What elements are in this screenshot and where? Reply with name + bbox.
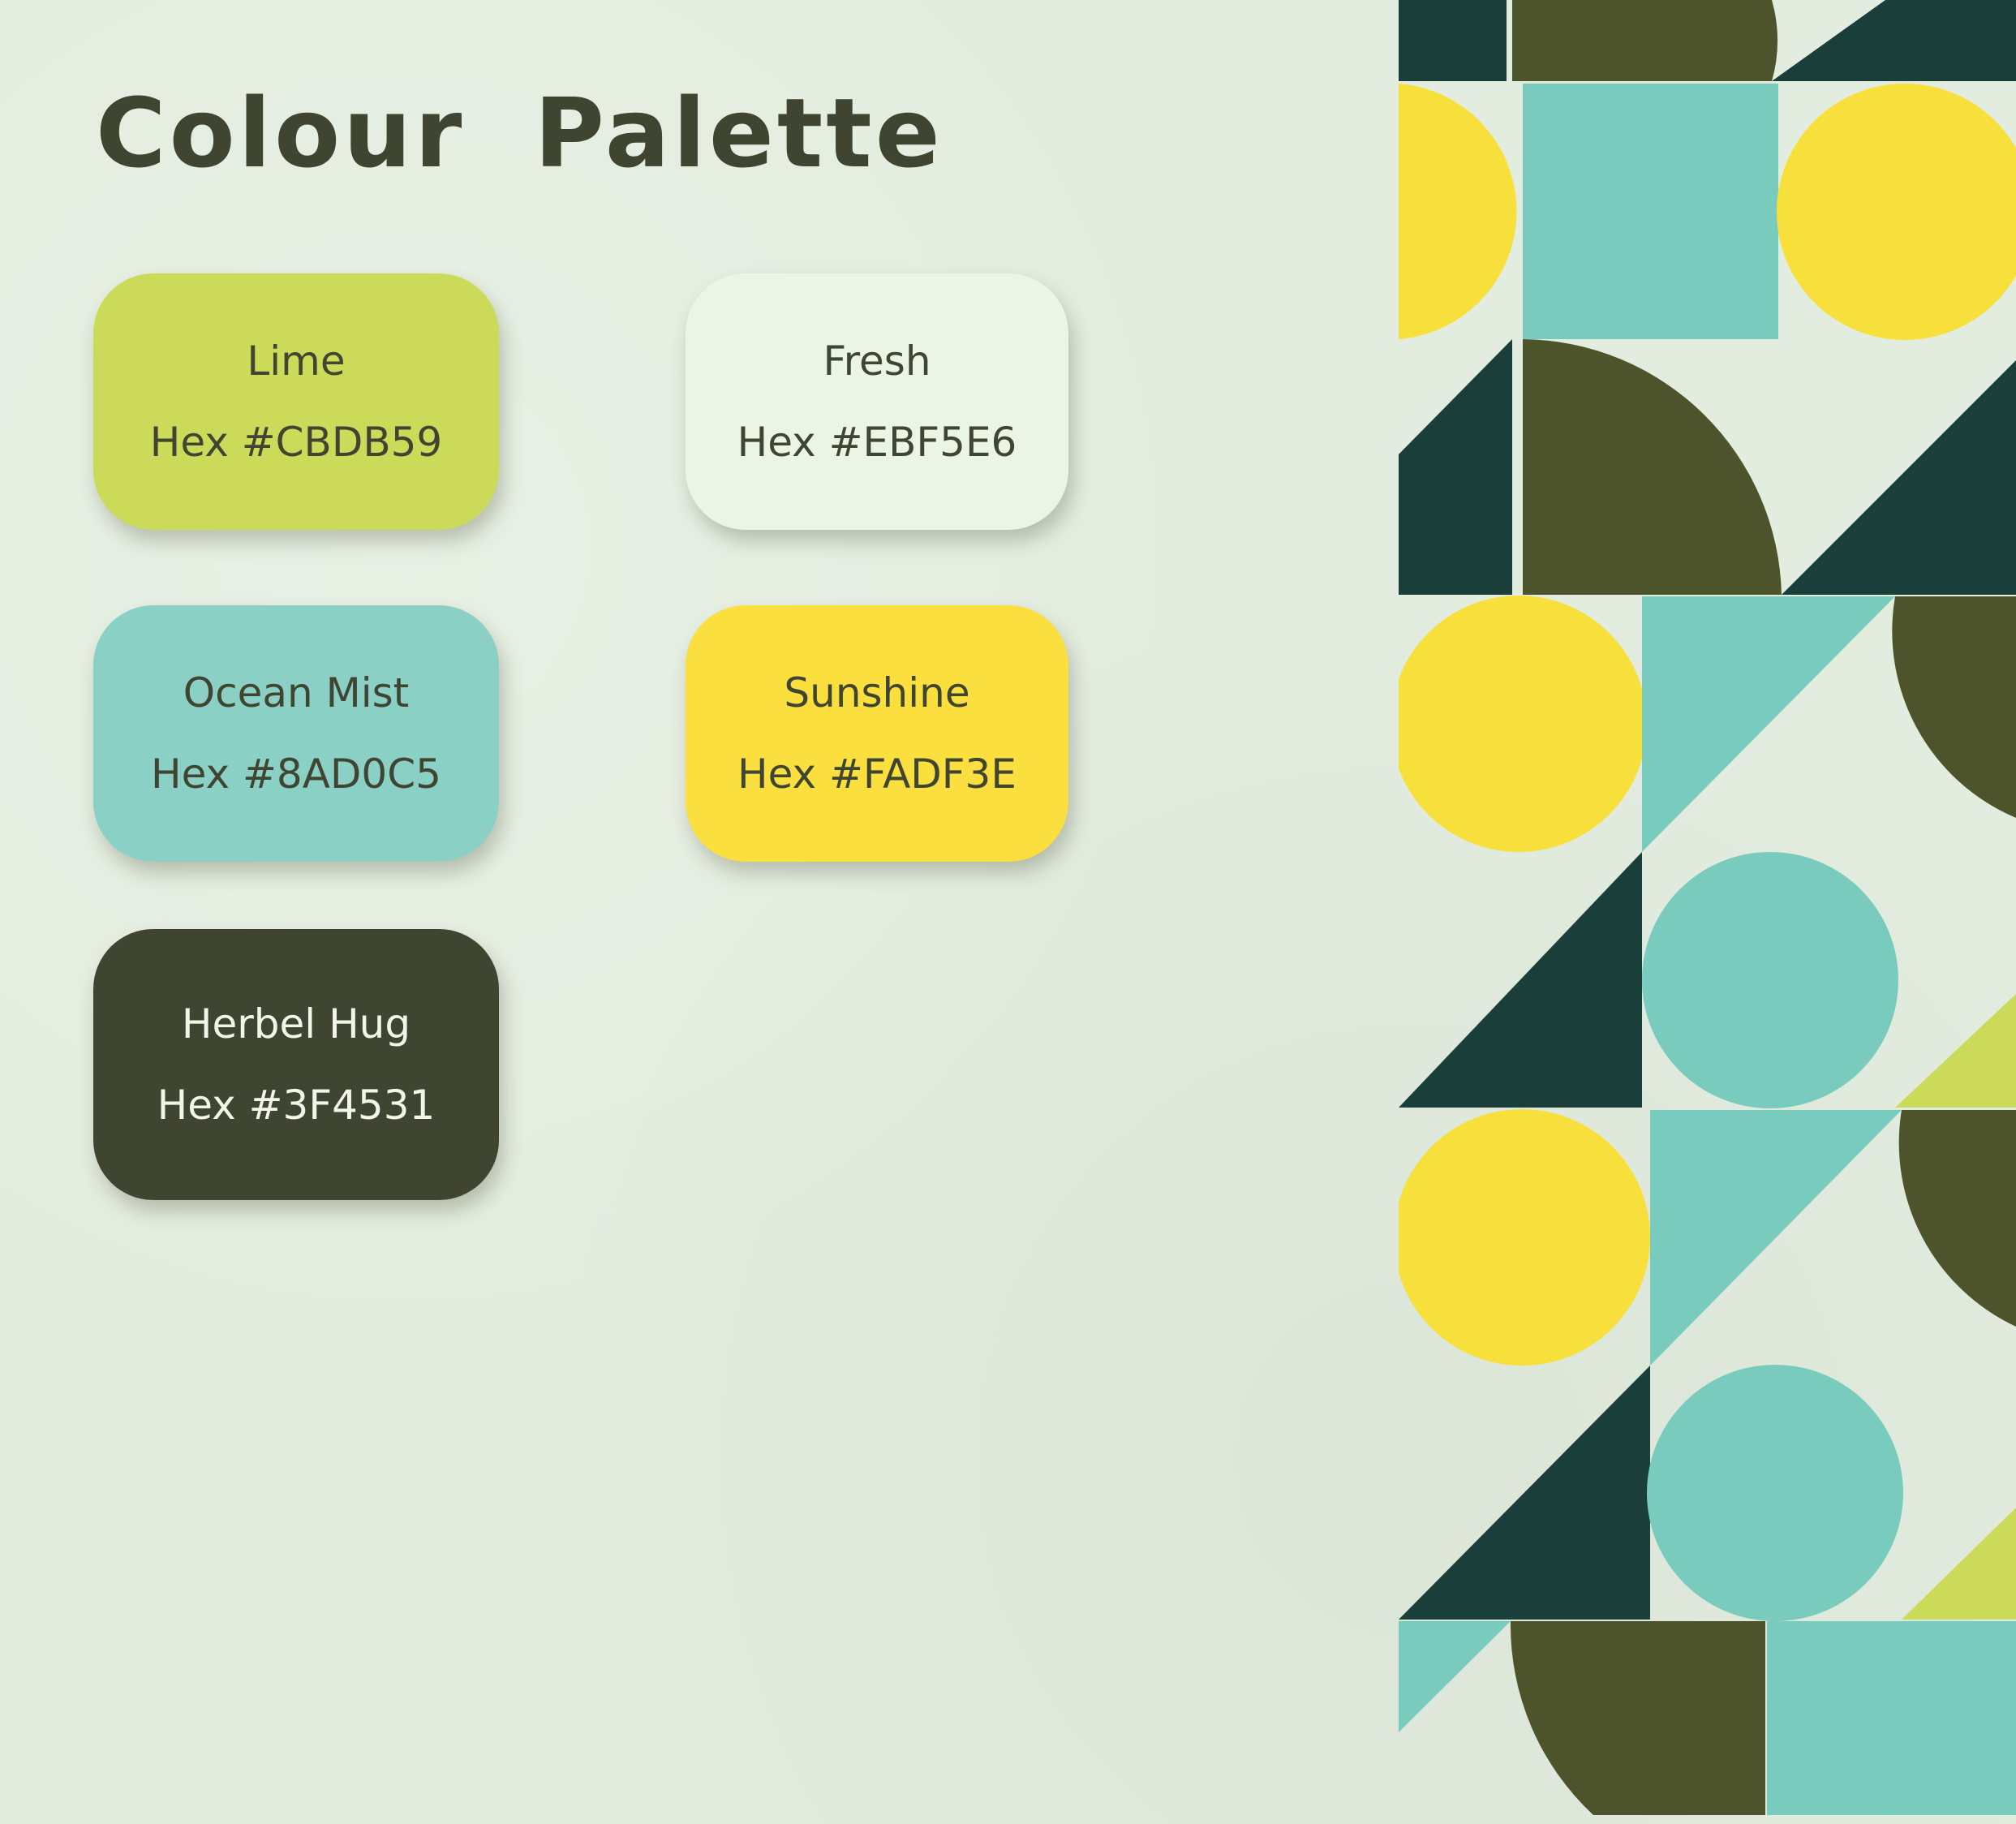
pattern-triangle bbox=[1399, 852, 1642, 1108]
swatch-sunshine: Sunshine Hex #FADF3E bbox=[686, 605, 1068, 862]
page-title: Colour Palette bbox=[96, 77, 944, 189]
pattern-triangle bbox=[1642, 596, 1895, 852]
pattern-circle bbox=[1642, 852, 1898, 1108]
pattern-circle bbox=[1647, 1365, 1903, 1621]
swatch-name: Ocean Mist bbox=[183, 669, 410, 716]
swatch-fresh: Fresh Hex #EBF5E6 bbox=[686, 273, 1068, 530]
swatch-name: Lime bbox=[247, 338, 346, 385]
swatch-ocean-mist: Ocean Mist Hex #8AD0C5 bbox=[93, 605, 499, 862]
pattern-half-circle bbox=[1399, 84, 1517, 339]
swatch-lime: Lime Hex #CBDB59 bbox=[93, 273, 499, 530]
pattern-circle bbox=[1399, 1109, 1650, 1366]
palette-canvas: Colour Palette Lime Hex #CBDB59 Fresh He… bbox=[0, 0, 2016, 1824]
pattern-square bbox=[1767, 1621, 2016, 1815]
swatch-hex: Hex #3F4531 bbox=[157, 1082, 436, 1129]
swatch-herbel-hug: Herbel Hug Hex #3F4531 bbox=[93, 929, 499, 1200]
pattern-square bbox=[1399, 0, 1507, 81]
swatch-name: Fresh bbox=[823, 338, 931, 385]
pattern-quarter-circle bbox=[1523, 339, 1782, 595]
swatch-name: Sunshine bbox=[784, 669, 970, 716]
pattern-triangle bbox=[1399, 1366, 1650, 1620]
swatch-hex: Hex #FADF3E bbox=[737, 751, 1017, 798]
swatch-hex: Hex #CBDB59 bbox=[149, 419, 443, 466]
pattern-circle bbox=[1777, 84, 2016, 340]
swatch-hex: Hex #8AD0C5 bbox=[151, 751, 441, 798]
pattern-triangle bbox=[1399, 339, 1512, 595]
pattern-triangle bbox=[1650, 1110, 1902, 1366]
pattern-triangle bbox=[1782, 360, 2016, 595]
pattern-triangle bbox=[1772, 0, 2016, 81]
pattern-square bbox=[1523, 84, 1778, 339]
swatch-hex: Hex #EBF5E6 bbox=[737, 419, 1017, 466]
pattern-triangle bbox=[1902, 1508, 2016, 1620]
pattern-quarter-circle bbox=[1892, 596, 2016, 818]
geometric-pattern bbox=[1399, 0, 2016, 1815]
pattern-circle bbox=[1399, 596, 1647, 852]
pattern-quarter-circle bbox=[1510, 1621, 1765, 1815]
pattern-half-circle bbox=[1512, 0, 1778, 81]
swatch-name: Herbel Hug bbox=[181, 1000, 411, 1048]
pattern-quarter-circle bbox=[1898, 1110, 2016, 1327]
pattern-triangle bbox=[1895, 994, 2016, 1108]
pattern-triangle bbox=[1399, 1621, 1511, 1732]
